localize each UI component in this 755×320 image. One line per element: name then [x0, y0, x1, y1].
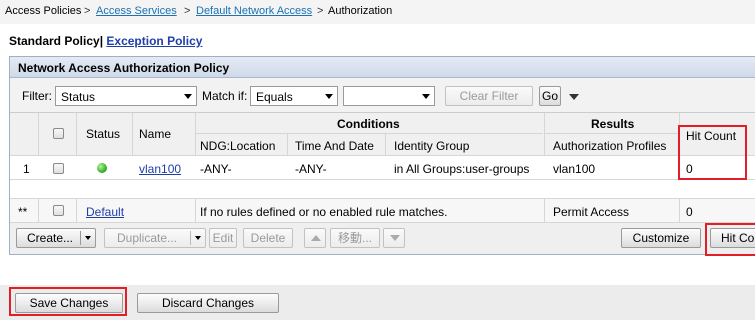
authorization-policy-panel: Network Access Authorization Policy Filt…	[9, 56, 755, 255]
panel-header: Network Access Authorization Policy	[10, 57, 755, 78]
breadcrumb-default-network-access[interactable]: Default Network Access	[196, 5, 312, 17]
divider	[679, 199, 680, 222]
divider	[10, 155, 755, 156]
divider	[80, 231, 81, 245]
default-hit-count-value: 0	[686, 205, 693, 219]
highlight-hit-count-button	[705, 223, 755, 256]
filter-field-value: Status	[61, 90, 96, 104]
policy-tabs: Standard Policy| Exception Policy	[9, 34, 202, 48]
chevron-down-icon	[195, 236, 201, 240]
filter-options-chevron-icon[interactable]	[569, 94, 579, 100]
authorization-profile-value: vlan100	[553, 162, 596, 176]
tab-exception-policy[interactable]: Exception Policy	[106, 34, 202, 48]
match-if-label: Match if:	[202, 89, 248, 103]
breadcrumb: Access Policies > Access Services > Defa…	[0, 0, 755, 24]
column-header-time-and-date[interactable]: Time And Date	[295, 139, 374, 153]
divider	[385, 133, 386, 155]
chevron-down-icon	[390, 235, 400, 241]
highlight-hit-count-column	[678, 125, 747, 180]
breadcrumb-authorization: Authorization	[328, 5, 393, 17]
default-rule-result: Permit Access	[553, 205, 630, 219]
column-group-conditions: Conditions	[337, 117, 400, 131]
breadcrumb-separator: >	[184, 5, 191, 17]
breadcrumb-separator: >	[84, 5, 91, 17]
duplicate-button[interactable]: Duplicate...	[104, 228, 206, 248]
ndg-location-value: -ANY-	[200, 162, 232, 176]
chevron-down-icon	[85, 236, 91, 240]
move-up-button[interactable]	[304, 228, 326, 248]
duplicate-button-label: Duplicate...	[117, 231, 178, 245]
divider	[544, 199, 545, 222]
chevron-down-icon	[184, 94, 192, 99]
chevron-up-icon	[311, 235, 321, 241]
default-row-index: **	[18, 205, 28, 219]
chevron-down-icon	[422, 94, 430, 99]
divider	[76, 113, 77, 155]
clear-filter-button[interactable]: Clear Filter	[445, 86, 533, 106]
breadcrumb-separator: >	[317, 5, 324, 17]
breadcrumb-access-services[interactable]: Access Services	[96, 5, 177, 17]
tab-standard-policy[interactable]: Standard Policy	[9, 34, 100, 48]
highlight-save-changes	[9, 287, 127, 316]
status-enabled-icon	[97, 163, 107, 173]
divider	[76, 199, 77, 222]
filter-bar: Filter: Status Match if: Equals Clear Fi…	[10, 78, 755, 113]
time-and-date-value: -ANY-	[295, 162, 327, 176]
divider	[287, 133, 288, 155]
divider	[10, 179, 755, 180]
customize-button[interactable]: Customize	[621, 228, 701, 248]
rule-name-link[interactable]: vlan100	[139, 162, 181, 176]
select-all-checkbox[interactable]	[53, 128, 64, 139]
divider	[195, 113, 196, 155]
delete-button[interactable]: Delete	[243, 228, 293, 248]
filter-label: Filter:	[22, 89, 52, 103]
edit-button[interactable]: Edit	[209, 228, 237, 248]
column-header-authorization-profiles[interactable]: Authorization Profiles	[553, 139, 666, 153]
column-header-status[interactable]: Status	[86, 127, 120, 141]
column-header-identity-group[interactable]: Identity Group	[394, 139, 469, 153]
move-to-button[interactable]: 移動...	[330, 228, 380, 248]
tab-divider: |	[99, 34, 104, 48]
move-down-button[interactable]	[383, 228, 405, 248]
divider	[544, 133, 679, 134]
default-rule-link[interactable]: Default	[86, 205, 124, 219]
filter-operator-select[interactable]: Equals	[250, 86, 338, 106]
filter-value-select[interactable]	[343, 86, 435, 106]
create-button-label: Create...	[27, 231, 74, 245]
chevron-down-icon	[325, 94, 333, 99]
default-row-checkbox[interactable]	[53, 205, 64, 216]
divider	[132, 113, 133, 155]
row-index: 1	[23, 162, 30, 176]
go-button[interactable]: Go	[539, 86, 561, 106]
panel-title: Network Access Authorization Policy	[18, 61, 230, 75]
divider	[544, 113, 545, 155]
divider	[38, 113, 39, 155]
discard-changes-button[interactable]: Discard Changes	[137, 293, 279, 313]
column-header-name[interactable]: Name	[139, 127, 171, 141]
default-rule-description: If no rules defined or no enabled rule m…	[200, 205, 448, 219]
divider	[38, 199, 39, 222]
breadcrumb-access-policies[interactable]: Access Policies	[5, 5, 81, 17]
create-button[interactable]: Create...	[16, 228, 96, 248]
divider	[190, 231, 191, 245]
column-group-results: Results	[591, 117, 635, 131]
identity-group-value: in All Groups:user-groups	[394, 162, 530, 176]
row-checkbox[interactable]	[53, 163, 64, 174]
filter-field-select[interactable]: Status	[55, 86, 197, 106]
divider	[195, 199, 196, 222]
divider	[195, 133, 543, 134]
column-header-ndg-location[interactable]: NDG:Location	[200, 139, 275, 153]
filter-operator-value: Equals	[256, 90, 293, 104]
